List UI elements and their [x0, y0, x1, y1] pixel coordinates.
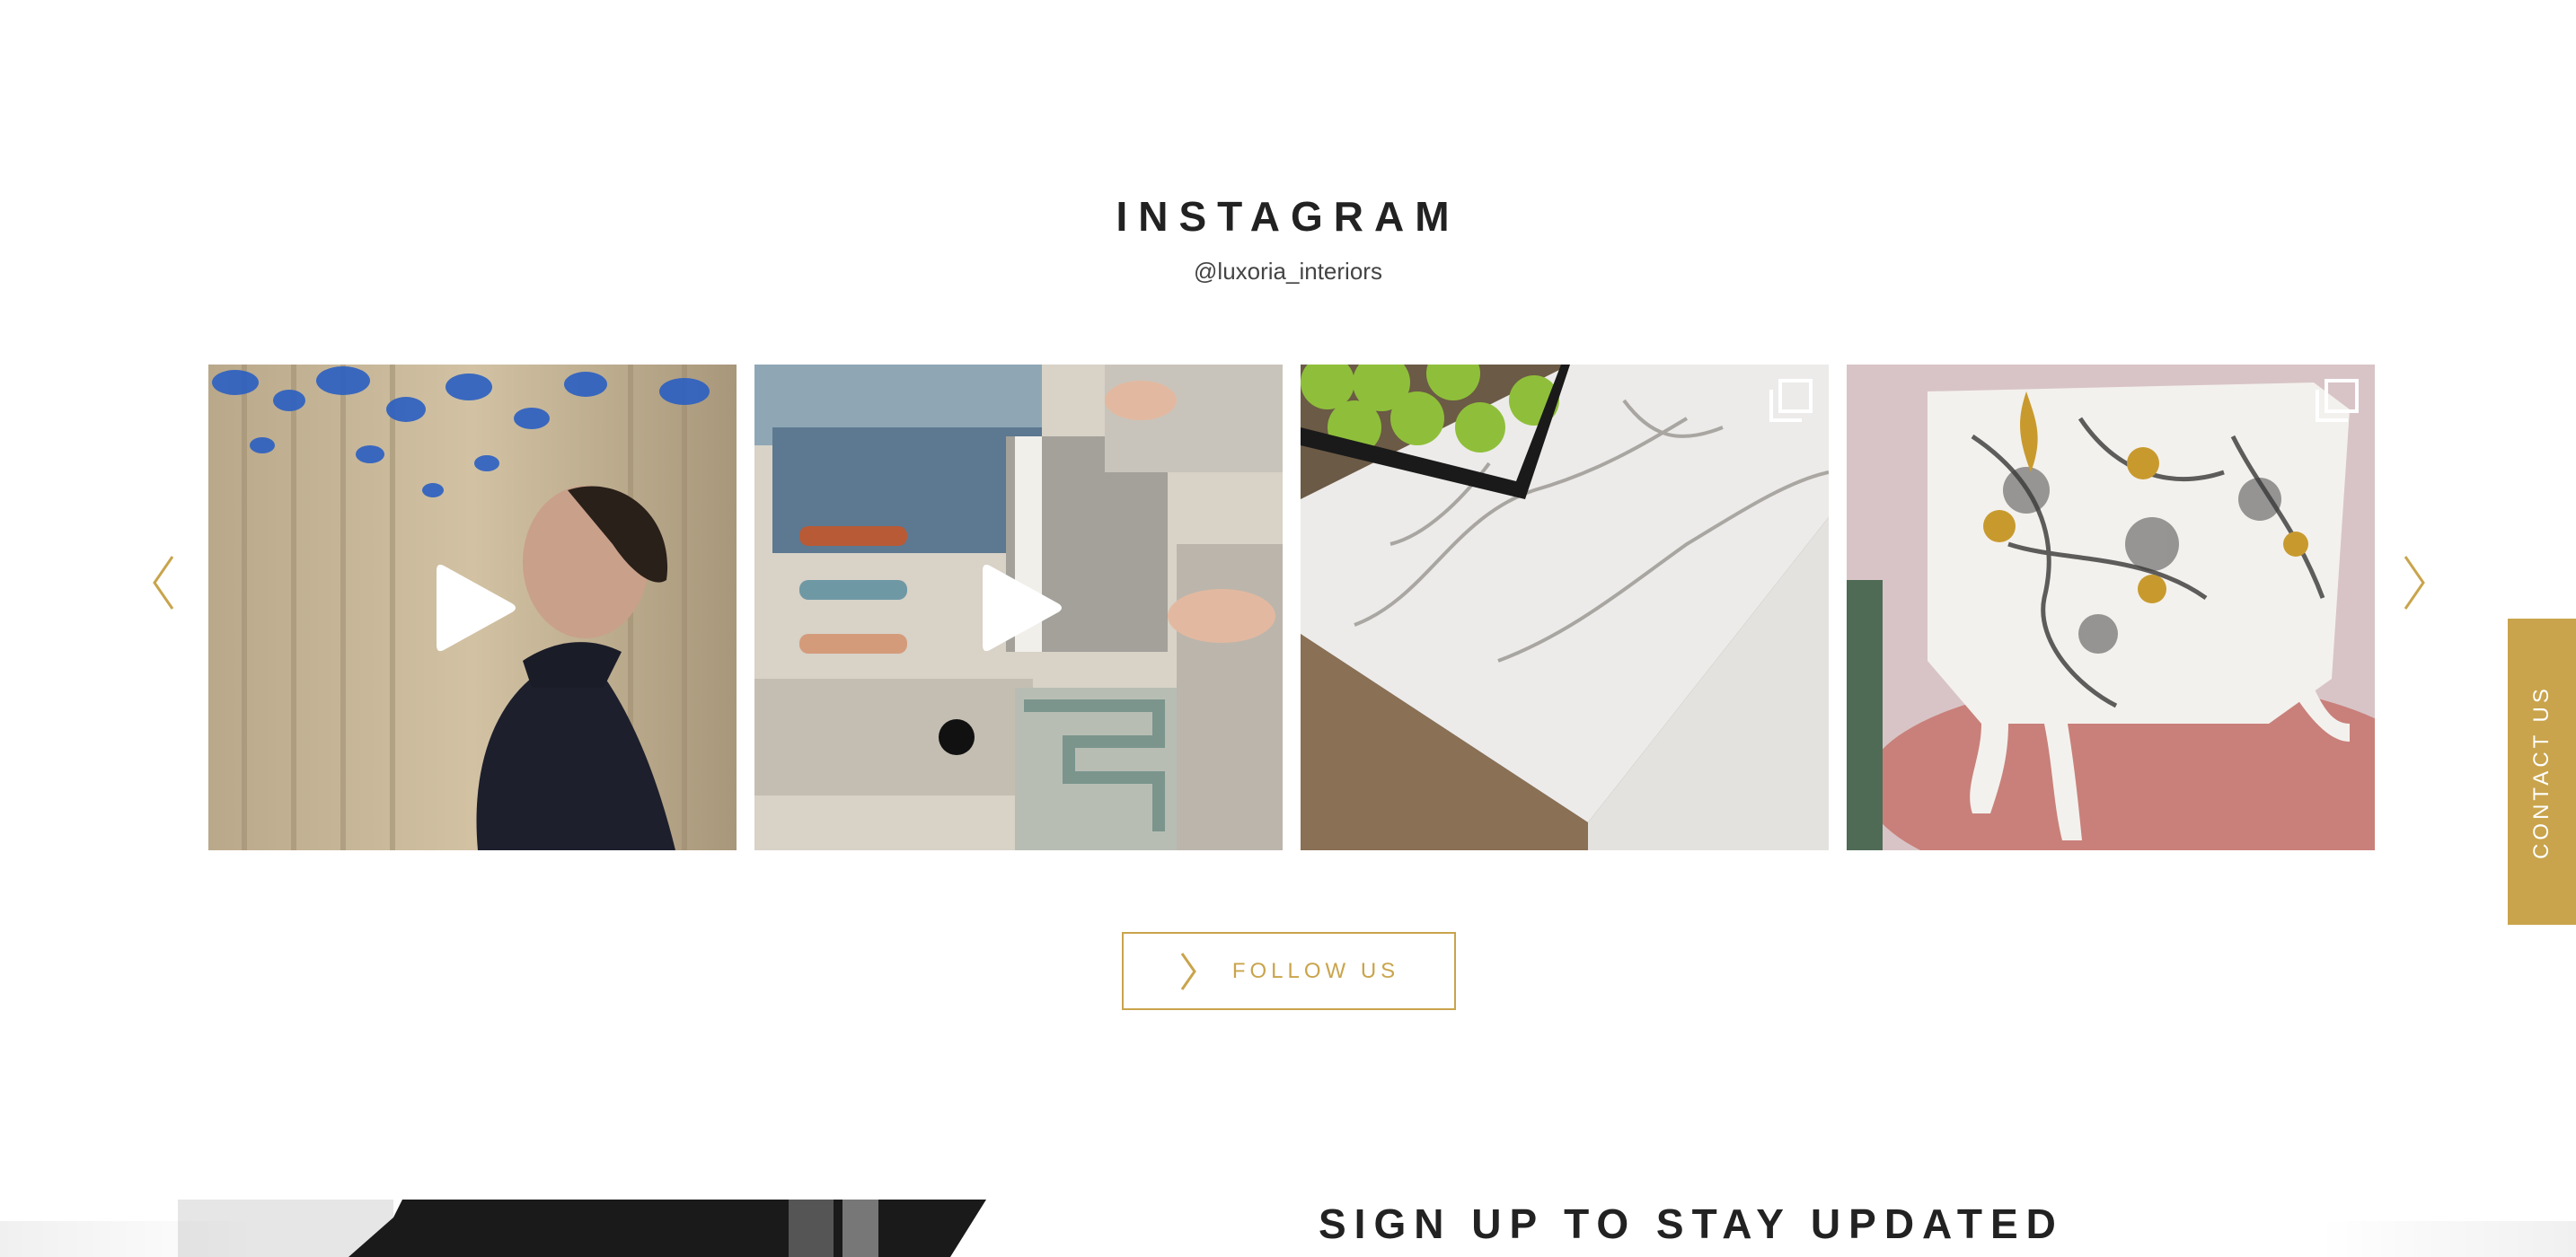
play-icon — [983, 564, 1062, 651]
chevron-right-icon — [1180, 952, 1196, 990]
follow-us-button[interactable]: FOLLOW US — [1122, 932, 1456, 1010]
signup-photo — [178, 1200, 1076, 1257]
chevron-left-icon — [153, 556, 174, 610]
instagram-handle[interactable]: @luxoria_interiors — [0, 258, 2576, 286]
instagram-post-2[interactable] — [754, 365, 1283, 850]
instagram-post-1[interactable] — [208, 365, 737, 850]
carousel-prev-button[interactable] — [146, 551, 181, 614]
instagram-post-3[interactable] — [1301, 365, 1829, 850]
instagram-post-4[interactable] — [1847, 365, 2375, 850]
page: INSTAGRAM @luxoria_interiors FOLLOW US C… — [0, 0, 2576, 1257]
play-icon — [437, 564, 516, 651]
signup-image — [178, 1200, 1076, 1257]
contact-us-tab[interactable]: CONTACT US — [2508, 619, 2576, 925]
post-image — [1847, 365, 2375, 850]
chevron-right-icon — [2404, 556, 2425, 610]
follow-us-label: FOLLOW US — [1231, 958, 1400, 983]
post-image — [1301, 365, 1829, 850]
carousel-next-button[interactable] — [2396, 551, 2432, 614]
instagram-title: INSTAGRAM — [1116, 193, 1460, 240]
carousel-icon — [2316, 379, 2359, 422]
contact-us-label: CONTACT US — [2529, 684, 2554, 859]
signup-title: SIGN UP TO STAY UPDATED — [1319, 1200, 2064, 1247]
carousel-icon — [1769, 379, 1813, 422]
